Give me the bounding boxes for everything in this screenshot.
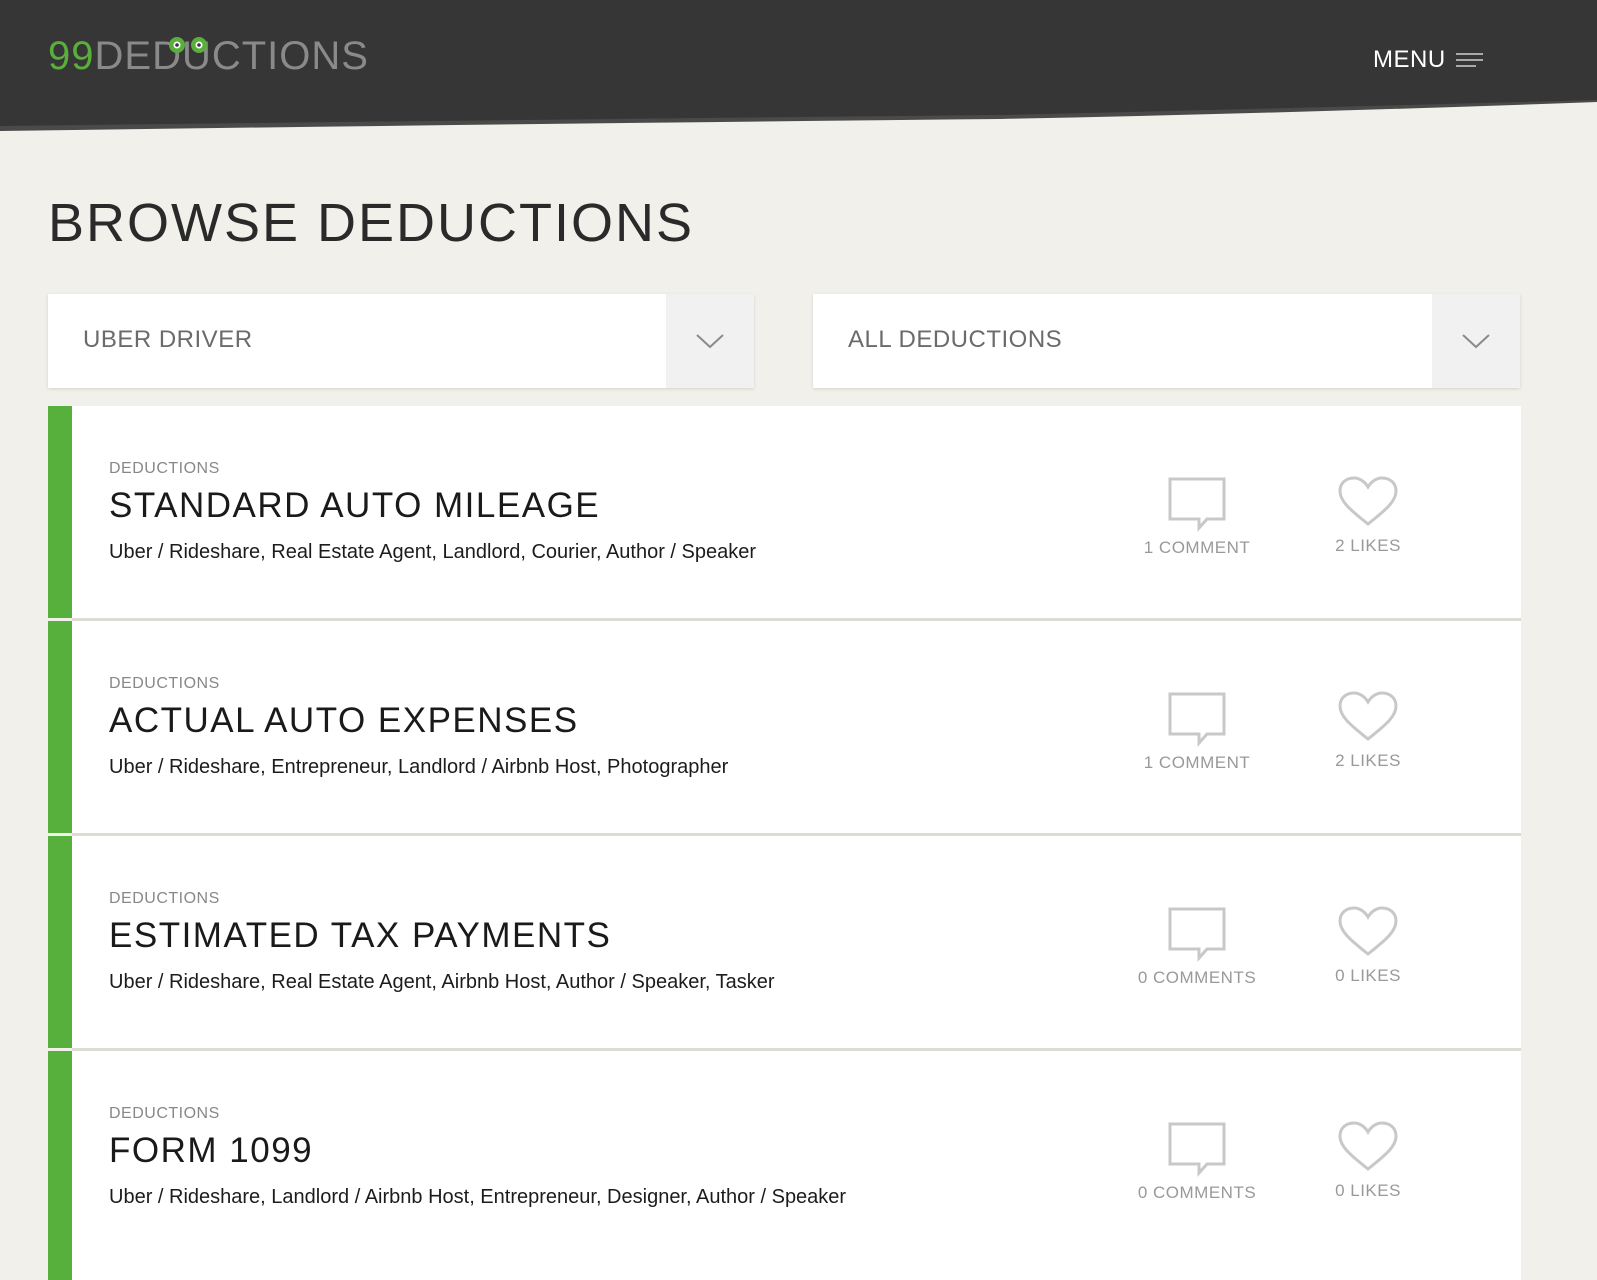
likes-button[interactable]: 0 LIKES [1288, 906, 1448, 986]
card-category: DEDUCTIONS [109, 890, 220, 907]
card-accent-bar [48, 621, 72, 833]
profession-select[interactable]: UBER DRIVER [48, 294, 754, 388]
card-title-link[interactable]: STANDARD AUTO MILEAGE [109, 486, 600, 526]
category-select-value: ALL DEDUCTIONS [848, 326, 1063, 353]
deduction-card[interactable]: DEDUCTIONS FORM 1099 Uber / Rideshare, L… [48, 1051, 1521, 1280]
comments-link[interactable]: 1 COMMENT [1117, 476, 1277, 558]
comments-link[interactable]: 1 COMMENT [1117, 691, 1277, 773]
comment-bubble-icon [1168, 692, 1226, 747]
card-tags: Uber / Rideshare, Landlord / Airbnb Host… [109, 1186, 847, 1208]
comments-count: 0 COMMENTS [1137, 968, 1257, 987]
comment-bubble-icon [1168, 1122, 1226, 1177]
chevron-down-icon [1462, 334, 1490, 349]
menu-button[interactable]: MENU [1373, 46, 1484, 74]
logo-number: 99 [48, 34, 95, 78]
card-tags: Uber / Rideshare, Real Estate Agent, Lan… [109, 541, 757, 563]
card-title-link[interactable]: ACTUAL AUTO EXPENSES [109, 701, 579, 741]
card-title-link[interactable]: FORM 1099 [109, 1131, 313, 1171]
card-tags: Uber / Rideshare, Real Estate Agent, Air… [109, 971, 775, 993]
likes-button[interactable]: 0 LIKES [1288, 1121, 1448, 1201]
heart-icon [1338, 691, 1398, 741]
heart-icon [1338, 906, 1398, 956]
deduction-card[interactable]: DEDUCTIONS ESTIMATED TAX PAYMENTS Uber /… [48, 836, 1521, 1051]
card-accent-bar [48, 1051, 72, 1280]
heart-icon [1338, 1121, 1398, 1171]
card-category: DEDUCTIONS [109, 675, 220, 692]
comments-link[interactable]: 0 COMMENTS [1117, 1121, 1277, 1203]
card-category: DEDUCTIONS [109, 1105, 220, 1122]
chevron-down-icon [696, 334, 724, 349]
deduction-card[interactable]: DEDUCTIONS ACTUAL AUTO EXPENSES Uber / R… [48, 621, 1521, 836]
likes-count: 0 LIKES [1335, 966, 1401, 985]
comments-count: 1 COMMENT [1143, 753, 1251, 772]
heart-icon [1338, 476, 1398, 526]
likes-count: 2 LIKES [1335, 751, 1401, 770]
profession-select-value: UBER DRIVER [83, 326, 253, 353]
menu-label: MENU [1373, 46, 1446, 73]
deduction-card[interactable]: DEDUCTIONS STANDARD AUTO MILEAGE Uber / … [48, 406, 1521, 621]
comments-link[interactable]: 0 COMMENTS [1117, 906, 1277, 988]
card-category: DEDUCTIONS [109, 460, 220, 477]
hamburger-icon [1455, 53, 1483, 67]
profession-dropdown-toggle[interactable] [666, 294, 754, 388]
card-title-link[interactable]: ESTIMATED TAX PAYMENTS [109, 916, 611, 956]
logo-eyes-icon [169, 37, 207, 53]
card-accent-bar [48, 406, 72, 618]
page-title: BROWSE DEDUCTIONS [48, 193, 695, 253]
comments-count: 0 COMMENTS [1137, 1183, 1257, 1202]
card-tags: Uber / Rideshare, Entrepreneur, Landlord… [109, 756, 729, 778]
likes-button[interactable]: 2 LIKES [1288, 691, 1448, 771]
card-accent-bar [48, 836, 72, 1048]
category-dropdown-toggle[interactable] [1432, 294, 1520, 388]
comments-count: 1 COMMENT [1143, 538, 1251, 557]
likes-count: 0 LIKES [1335, 1181, 1401, 1200]
comment-bubble-icon [1168, 907, 1226, 962]
category-select[interactable]: ALL DEDUCTIONS [813, 294, 1520, 388]
likes-button[interactable]: 2 LIKES [1288, 476, 1448, 556]
logo-word: DEDUCTIONS [94, 34, 369, 78]
comment-bubble-icon [1168, 477, 1226, 532]
site-header: 99 DEDUCTIONS MENU [0, 0, 1597, 135]
likes-count: 2 LIKES [1335, 536, 1401, 555]
